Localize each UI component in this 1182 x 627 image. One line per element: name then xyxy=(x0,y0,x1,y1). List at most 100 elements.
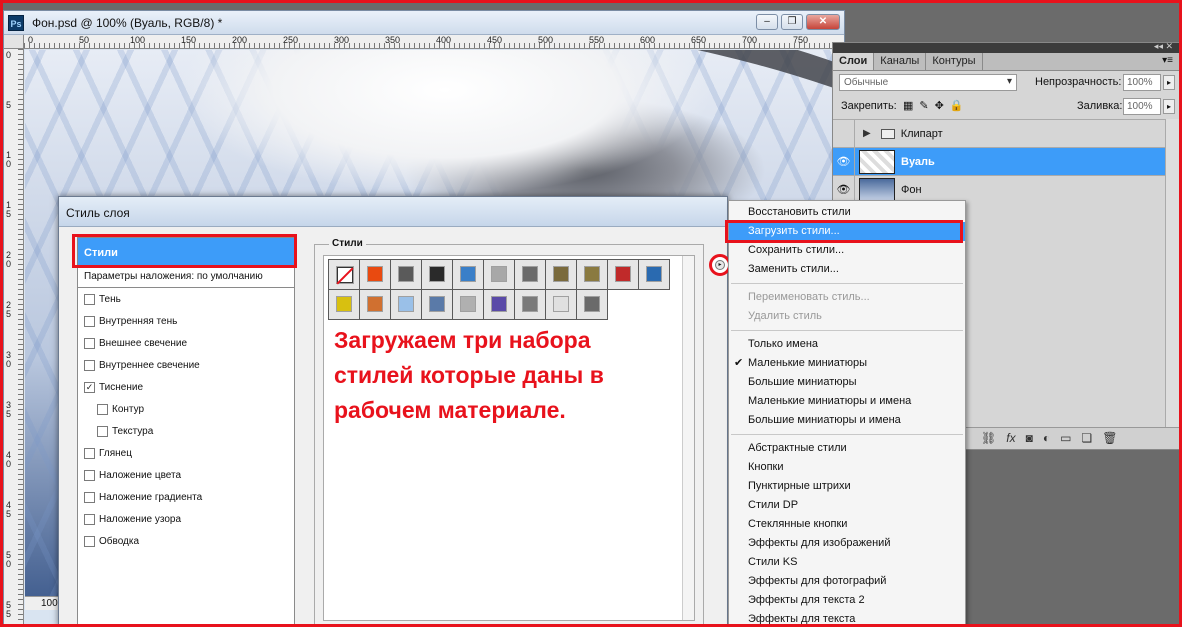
menu-item[interactable]: Заменить стили... xyxy=(729,260,965,279)
style-swatch[interactable] xyxy=(514,289,546,320)
effect-checkbox[interactable] xyxy=(84,337,95,349)
effect-item[interactable]: Глянец xyxy=(78,442,294,464)
effect-checkbox[interactable] xyxy=(84,315,95,327)
fx-icon[interactable]: fx xyxy=(1006,431,1015,445)
style-swatch[interactable] xyxy=(421,259,453,290)
effect-checkbox[interactable] xyxy=(84,535,95,547)
layer-row-background[interactable]: 👁 Фон xyxy=(833,175,1179,203)
effect-checkbox[interactable] xyxy=(84,491,95,503)
tab-channels[interactable]: Каналы xyxy=(874,53,927,70)
style-swatch[interactable] xyxy=(359,259,391,290)
lock-all-icon[interactable]: 🔒 xyxy=(950,99,964,112)
eye-icon[interactable]: 👁 xyxy=(833,148,855,175)
fill-field[interactable]: 100% xyxy=(1123,98,1161,115)
style-swatch[interactable] xyxy=(359,289,391,320)
horizontal-ruler[interactable]: 0 50 100 150 200 250 300 350 400 450 500 550 600 650 7… xyxy=(24,35,844,49)
ruler-corner[interactable] xyxy=(4,35,24,49)
effect-item[interactable]: Обводка xyxy=(78,530,294,552)
style-swatch-none[interactable] xyxy=(328,259,360,290)
lock-brush-icon[interactable]: ✎ xyxy=(919,99,928,112)
effect-checkbox[interactable] xyxy=(84,513,95,525)
layer-row-clipart[interactable]: ▶ Клипарт xyxy=(833,119,1179,147)
tab-paths[interactable]: Контуры xyxy=(926,53,983,70)
effect-checkbox[interactable] xyxy=(84,359,95,371)
style-swatch[interactable] xyxy=(483,259,515,290)
effect-item[interactable]: Наложение цвета xyxy=(78,464,294,486)
style-swatch[interactable] xyxy=(390,259,422,290)
lock-position-icon[interactable]: ✥ xyxy=(935,99,944,112)
expand-triangle-icon[interactable]: ▶ xyxy=(863,128,871,139)
opacity-field[interactable]: 100% xyxy=(1123,74,1161,91)
opacity-arrow-icon[interactable]: ▸ xyxy=(1163,75,1175,90)
menu-item[interactable]: Эффекты для фотографий xyxy=(729,572,965,591)
dialog-titlebar[interactable]: Стиль слоя xyxy=(59,197,727,227)
blending-options-item[interactable]: Параметры наложения: по умолчанию xyxy=(78,266,294,288)
collapse-icon[interactable]: ◂◂ ✕ xyxy=(1154,41,1173,52)
menu-item[interactable]: Кнопки xyxy=(729,458,965,477)
menu-item[interactable]: Абстрактные стили xyxy=(729,439,965,458)
lock-transparency-icon[interactable]: ▦ xyxy=(903,99,913,112)
eye-icon[interactable]: 👁 xyxy=(833,176,855,203)
menu-item[interactable]: Большие миниатюры и имена xyxy=(729,411,965,430)
effect-item[interactable]: Внешнее свечение xyxy=(78,332,294,354)
menu-item[interactable]: Загрузить стили... xyxy=(725,220,965,243)
effect-checkbox[interactable] xyxy=(84,447,95,459)
effect-checkbox[interactable]: ✓ xyxy=(84,381,95,393)
menu-item[interactable]: Стеклянные кнопки xyxy=(729,515,965,534)
style-swatch[interactable] xyxy=(421,289,453,320)
style-swatch[interactable] xyxy=(514,259,546,290)
styles-list-item[interactable]: Стили xyxy=(72,234,297,268)
new-group-icon[interactable]: ▭ xyxy=(1060,431,1071,445)
effect-checkbox[interactable] xyxy=(84,469,95,481)
effect-item[interactable]: Текстура xyxy=(78,420,294,442)
style-swatch[interactable] xyxy=(452,259,484,290)
new-layer-icon[interactable]: ❏ xyxy=(1081,431,1092,445)
style-swatch[interactable] xyxy=(638,259,670,290)
link-icon[interactable]: ⛓ xyxy=(981,431,996,445)
blend-mode-select[interactable]: Обычные xyxy=(839,74,1017,91)
style-swatch[interactable] xyxy=(390,289,422,320)
mask-icon[interactable]: ◙ xyxy=(1026,431,1033,445)
minimize-icon[interactable]: – xyxy=(756,14,778,30)
effect-checkbox[interactable] xyxy=(97,403,108,415)
layer-row-veil[interactable]: 👁 Вуаль xyxy=(833,147,1179,175)
panel-menu-icon[interactable]: ▾≡ xyxy=(1162,55,1173,66)
swatch-scrollbar[interactable] xyxy=(682,256,694,620)
effect-item[interactable]: Контур xyxy=(78,398,294,420)
tab-layers[interactable]: Слои xyxy=(833,53,875,70)
effect-item[interactable]: Внутреннее свечение xyxy=(78,354,294,376)
effect-item[interactable]: ✓ Тиснение xyxy=(78,376,294,398)
effect-item[interactable]: Тень xyxy=(78,288,294,310)
menu-item[interactable]: Эффекты для изображений xyxy=(729,534,965,553)
menu-item[interactable]: Стили KS xyxy=(729,553,965,572)
menu-item[interactable]: Сохранить стили... xyxy=(729,241,965,260)
adjustment-icon[interactable]: ◐ xyxy=(1043,431,1050,445)
menu-item[interactable]: Большие миниатюры xyxy=(729,373,965,392)
style-swatch[interactable] xyxy=(328,289,360,320)
restore-icon[interactable]: ❐ xyxy=(781,14,803,30)
effect-item[interactable]: Наложение узора xyxy=(78,508,294,530)
style-swatch[interactable] xyxy=(576,289,608,320)
menu-item[interactable]: Стили DP xyxy=(729,496,965,515)
trash-icon[interactable]: 🗑 xyxy=(1102,431,1117,445)
close-icon[interactable]: ✕ xyxy=(806,14,840,30)
menu-item[interactable]: ✔ Маленькие миниатюры xyxy=(729,354,965,373)
effect-checkbox[interactable] xyxy=(97,425,108,437)
style-swatch[interactable] xyxy=(483,289,515,320)
visibility-toggle[interactable] xyxy=(833,120,855,147)
style-swatch[interactable] xyxy=(545,289,577,320)
style-swatch[interactable] xyxy=(545,259,577,290)
layers-scrollbar[interactable] xyxy=(1165,119,1179,429)
menu-item[interactable]: Эффекты для текста xyxy=(729,610,965,627)
effect-checkbox[interactable] xyxy=(84,293,95,305)
style-swatch[interactable] xyxy=(576,259,608,290)
effect-item[interactable]: Наложение градиента xyxy=(78,486,294,508)
effect-item[interactable]: Внутренняя тень xyxy=(78,310,294,332)
document-titlebar[interactable]: Ps Фон.psd @ 100% (Вуаль, RGB/8) * – ❐ ✕ xyxy=(4,11,844,35)
style-swatch[interactable] xyxy=(607,259,639,290)
panel-collapse-bar[interactable]: ◂◂ ✕ xyxy=(833,41,1179,53)
menu-item[interactable]: Маленькие миниатюры и имена xyxy=(729,392,965,411)
menu-item[interactable]: Пунктирные штрихи xyxy=(729,477,965,496)
vertical-ruler[interactable]: 0 5 1 0 1 5 2 0 2 5 3 0 3 5 4 0 4 5 5 0 5 5 xyxy=(4,49,24,624)
menu-item[interactable]: Эффекты для текста 2 xyxy=(729,591,965,610)
